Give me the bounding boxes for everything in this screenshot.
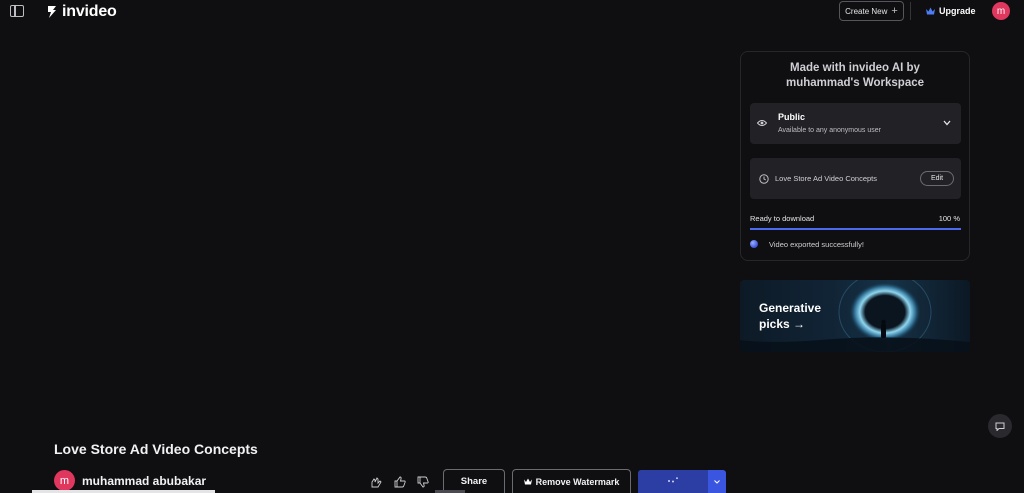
hands-icon[interactable]: [370, 476, 382, 488]
panel-title-line1: Made with invideo AI by: [790, 62, 920, 74]
panel-title: Made with invideo AI by muhammad's Works…: [741, 61, 969, 91]
video-title: Love Store Ad Video Concepts: [54, 441, 258, 457]
top-bar: invideo Create New + Upgrade m: [0, 0, 1024, 24]
download-options-button[interactable]: [708, 470, 726, 493]
remove-watermark-label: Remove Watermark: [535, 476, 620, 487]
project-name: Love Store Ad Video Concepts: [775, 174, 878, 183]
chat-button[interactable]: [988, 414, 1012, 438]
logo[interactable]: invideo: [46, 3, 117, 21]
create-new-label: Create New: [845, 6, 888, 16]
panel-title-line2: muhammad's Workspace: [785, 77, 925, 89]
thumbs-down-icon[interactable]: [417, 476, 429, 488]
export-status-icon: [750, 240, 758, 248]
invideo-logo-icon: [48, 6, 56, 18]
crown-icon: [926, 7, 935, 15]
progress-percent: 100 %: [938, 214, 960, 223]
progress-bar: [750, 228, 961, 230]
user-avatar[interactable]: m: [992, 2, 1010, 20]
visibility-subtitle: Available to any anonymous user: [778, 127, 881, 134]
crown-icon: [523, 478, 532, 485]
create-new-button[interactable]: Create New +: [839, 1, 904, 21]
edit-button[interactable]: Edit: [920, 171, 954, 186]
loading-spinner-icon: [668, 477, 678, 483]
generative-line2: picks →: [759, 317, 806, 331]
visibility-dropdown[interactable]: Public Available to any anonymous user: [750, 103, 961, 144]
progress-bar-fill: [750, 228, 961, 230]
project-row: Love Store Ad Video Concepts Edit: [750, 158, 961, 199]
chevron-down-icon: [943, 120, 951, 126]
remove-watermark-button[interactable]: Remove Watermark: [512, 469, 631, 493]
chevron-down-icon: [714, 479, 720, 484]
header-divider: [910, 2, 911, 20]
author-name[interactable]: muhammad abubakar: [82, 474, 206, 488]
generative-picks-label: Generative picks →: [759, 300, 839, 332]
export-message: Video exported successfully!: [769, 240, 864, 249]
sidebar-toggle-icon[interactable]: [10, 5, 24, 17]
plus-icon: +: [891, 4, 898, 17]
chat-bubble-icon: [995, 422, 1005, 431]
upgrade-button[interactable]: Upgrade: [926, 3, 976, 19]
generative-picks-card[interactable]: Generative picks →: [740, 280, 970, 352]
upgrade-label: Upgrade: [939, 6, 976, 16]
clock-icon: [759, 174, 769, 184]
eye-icon: [757, 120, 767, 126]
export-panel: Made with invideo AI by muhammad's Works…: [740, 51, 970, 261]
thumbs-up-icon[interactable]: [394, 476, 406, 488]
visibility-title: Public: [778, 112, 806, 122]
logo-text: invideo: [62, 3, 117, 20]
ready-label: Ready to download: [750, 214, 815, 223]
download-button[interactable]: [638, 470, 708, 493]
generative-line1: Generative: [759, 301, 822, 315]
author-avatar[interactable]: m: [54, 470, 75, 491]
